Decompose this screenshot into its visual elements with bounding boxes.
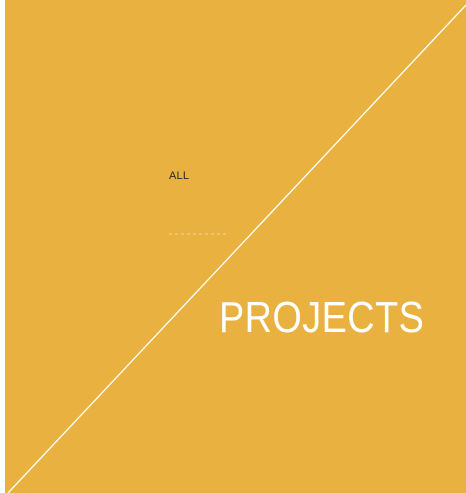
- faint-divider-dashes: [169, 233, 229, 235]
- filter-all-link[interactable]: ALL: [169, 169, 189, 183]
- diagonal-divider: [7, 4, 466, 493]
- page-title: PROJECTS: [219, 293, 425, 342]
- projects-panel: ALL PROJECTS: [5, 0, 466, 493]
